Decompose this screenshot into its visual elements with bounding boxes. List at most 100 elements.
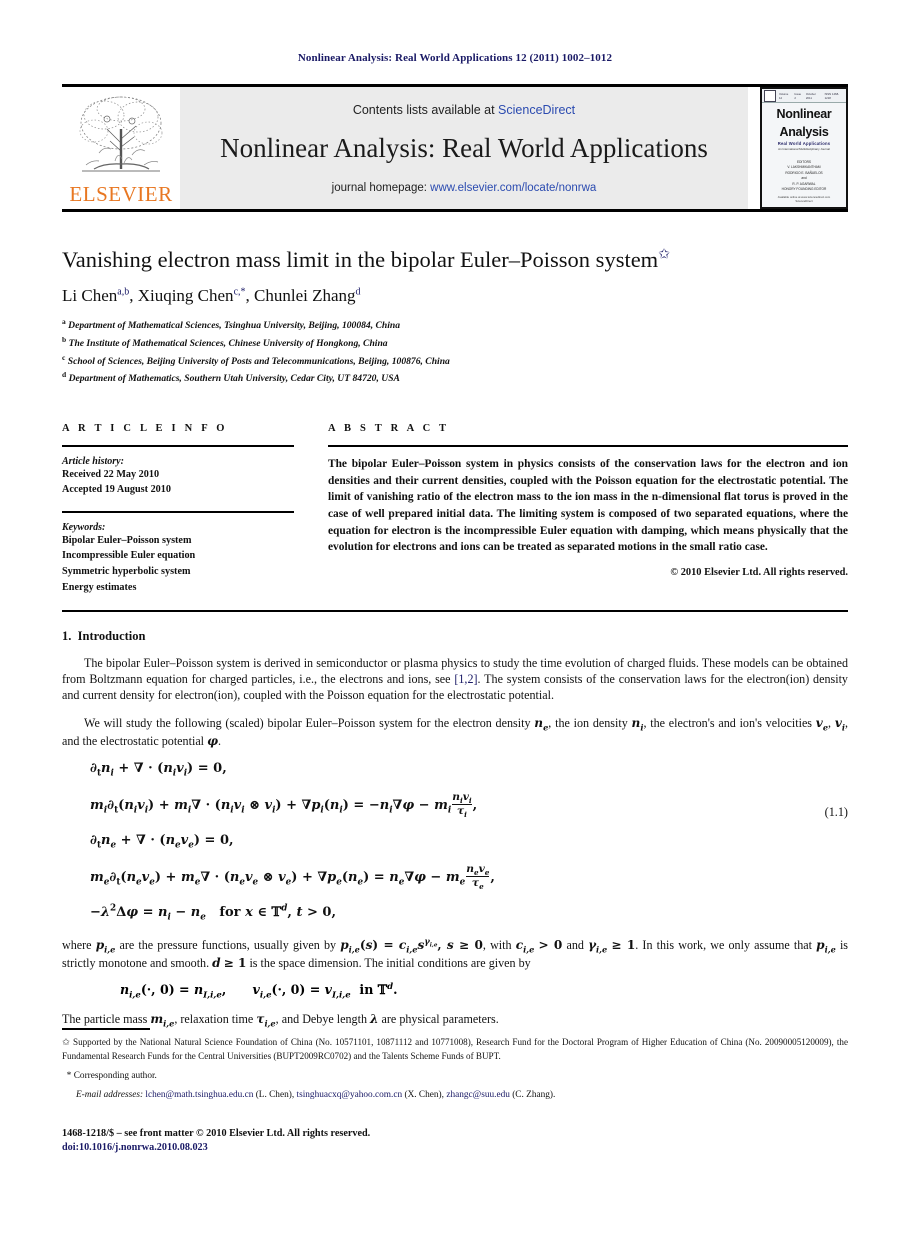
affiliation-list: a Department of Mathematical Sciences, T… (62, 316, 848, 387)
elsevier-logo: ELSEVIER (62, 87, 180, 209)
footnote-funding-marker: ✩ (62, 1038, 70, 1048)
footnote-funding: ✩ Supported by the National Natural Scie… (62, 1036, 848, 1064)
contents-available-line: Contents lists available at ScienceDirec… (353, 103, 575, 117)
cover-editors: EDITORS V. LAKSHMIKANTHAM RODRIGO E. BAÑUE… (781, 160, 827, 192)
author-name: Xiuqing Chen (137, 286, 234, 305)
author-sep: , (245, 286, 255, 305)
email-address[interactable]: lchen@math.tsinghua.edu.cn (145, 1090, 253, 1100)
abstract-text: The bipolar Euler–Poisson system in phys… (328, 458, 848, 554)
journal-masthead: ELSEVIER Contents lists available at Sci… (62, 87, 848, 209)
affiliation-text: Department of Mathematical Sciences, Tsi… (68, 320, 401, 332)
cover-subtitle2: An International Multidisciplinary Journ… (778, 147, 830, 151)
cover-topbar: Volume 12 Issue 2 October 2011 ISSN 1468… (762, 89, 846, 103)
keyword-item: Bipolar Euler–Poisson system (62, 534, 192, 546)
masthead-center: Contents lists available at ScienceDirec… (180, 87, 748, 209)
footnote-funding-text: Supported by the National Natural Scienc… (62, 1037, 848, 1062)
section-title-text: Introduction (77, 628, 146, 643)
equation-line: ∂tne + ∇ · (neve) = 0, (90, 833, 234, 851)
cover-volume: Volume 12 (779, 91, 789, 100)
article-info-column: A R T I C L E I N F O Article history: R… (62, 423, 294, 596)
affiliation-marker: b (62, 334, 67, 344)
affiliation-item: d Department of Mathematics, Southern Ut… (62, 369, 848, 387)
section-number: 1. (62, 628, 72, 643)
email-address[interactable]: tsinghuacxq@yahoo.com.cn (297, 1090, 403, 1100)
journal-cover-wrap: Volume 12 Issue 2 October 2011 ISSN 1468… (748, 87, 848, 209)
affiliation-marker: a (62, 317, 66, 326)
affiliation-text: Department of Mathematics, Southern Utah… (68, 373, 400, 385)
journal-homepage-link[interactable]: www.elsevier.com/locate/nonrwa (430, 182, 596, 194)
email-label: E-mail addresses: (76, 1089, 144, 1100)
running-head: Nonlinear Analysis: Real World Applicati… (297, 52, 613, 64)
affiliation-marker: c (62, 352, 66, 362)
keyword-item: Energy estimates (62, 582, 137, 594)
equation-initial-conditions: ni,e(·, 0) = nI,i,e, vi,e(·, 0) = vI,i,e… (120, 981, 398, 1001)
author-list: Li Chena,b, Xiuqing Chenc,*, Chunlei Zha… (62, 286, 848, 306)
cover-title-line1: Nonlinear (776, 107, 832, 121)
email-person: (X. Chen) (404, 1089, 442, 1100)
abstract-heading: A B S T R A C T (328, 423, 450, 435)
elsevier-tree-icon (79, 96, 162, 172)
masthead-bottom-rule (62, 209, 848, 212)
journal-title: Nonlinear Analysis: Real World Applicati… (220, 132, 708, 163)
equation-line: mi∂t(nivi) + mi∇ · (nivi ⊗ vi) + ∇pi(ni)… (90, 789, 478, 820)
affiliation-text: School of Sciences, Beijing University o… (67, 355, 450, 367)
cover-footer: Available online at www.sciencedirect.co… (777, 194, 831, 203)
intro-paragraph-3: where pi,e are the pressure functions, u… (62, 935, 849, 971)
affiliation-marker: d (62, 370, 67, 380)
article-received-date: Received 22 May 2010 (62, 469, 160, 481)
equation-block-1-1: ∂tni + ∇ · (nivi) = 0, mi∂t(nivi) + mi∇ … (62, 761, 848, 923)
footnote-corresponding-text: Corresponding author. (73, 1070, 157, 1081)
sciencedirect-link[interactable]: ScienceDirect (498, 103, 575, 117)
journal-cover-thumbnail: Volume 12 Issue 2 October 2011 ISSN 1468… (760, 87, 848, 209)
affiliation-item: b The Institute of Mathematical Sciences… (62, 334, 848, 352)
keywords-rule (62, 510, 294, 513)
body-separator-rule (62, 609, 848, 612)
keyword-item: Incompressible Euler equation (62, 550, 196, 562)
author-name: Li Chen (62, 286, 118, 305)
footnote-area: ✩ Supported by the National Natural Scie… (62, 1028, 848, 1103)
intro-paragraph-4: The particle mass mi,e, relaxation time … (62, 1012, 499, 1029)
affiliation-item: c School of Sciences, Beijing University… (62, 352, 848, 370)
footnote-corresponding-marker: * (66, 1070, 72, 1081)
email-person: (C. Zhang). (512, 1089, 556, 1100)
affiliation-item: a Department of Mathematical Sciences, T… (62, 316, 848, 334)
intro-paragraph-2: We will study the following (scaled) bip… (62, 715, 849, 748)
title-block: Vanishing electron mass limit in the bip… (62, 246, 848, 387)
equation-line: −λ2Δφ = ni − ne for x ∈ 𝕋d, t > 0, (90, 903, 336, 923)
journal-homepage-line: journal homepage: www.elsevier.com/locat… (332, 182, 597, 194)
elsevier-wordmark: ELSEVIER (69, 182, 173, 206)
abstract-copyright: © 2010 Elsevier Ltd. All rights reserved… (670, 566, 848, 578)
article-info-rule (62, 445, 294, 448)
footer-doi-link[interactable]: doi:10.1016/j.nonrwa.2010.08.023 (62, 1142, 848, 1153)
affiliation-text: The Institute of Mathematical Sciences, … (68, 337, 388, 349)
section-heading-introduction: 1. Introduction (62, 629, 848, 644)
abstract-column: A B S T R A C T The bipolar Euler–Poisso… (328, 423, 848, 596)
cover-title-line2: Analysis (779, 124, 829, 139)
paper-page: Nonlinear Analysis: Real World Applicati… (0, 0, 907, 1238)
cover-date: October 2011 (805, 91, 816, 100)
author-name: Chunlei Zhang (254, 286, 356, 305)
footer-issn-line: 1468-1218/$ – see front matter © 2010 El… (62, 1128, 371, 1139)
footnote-rule (62, 1028, 150, 1030)
cover-subtitle: Real World Applications (777, 141, 831, 146)
email-person: (L. Chen) (255, 1089, 292, 1100)
intro-paragraph-1: The bipolar Euler–Poisson system is deri… (62, 655, 848, 703)
abstract-rule (328, 445, 848, 448)
title-footnote-marker: ✩ (658, 247, 670, 263)
page-content: Nonlinear Analysis: Real World Applicati… (62, 0, 848, 1030)
cover-issue: Issue 2 (794, 91, 802, 100)
footnote-corresponding: * Corresponding author. (62, 1069, 848, 1084)
contents-prefix: Contents lists available at (352, 102, 499, 117)
article-history-label: Article history: (62, 456, 124, 468)
keyword-item: Symmetric hyperbolic system (62, 566, 191, 578)
keywords-label: Keywords: (62, 521, 106, 533)
equation-line: ∂tni + ∇ · (nivi) = 0, (90, 761, 227, 779)
cover-issn: ISSN 1468-1218 (824, 91, 840, 100)
info-abstract-row: A R T I C L E I N F O Article history: R… (62, 423, 848, 596)
email-address[interactable]: zhangc@suu.edu (446, 1090, 510, 1100)
citation-link[interactable]: [1,2] (454, 672, 477, 686)
author-affil-marker: a,b (117, 286, 130, 298)
homepage-prefix: journal homepage: (331, 181, 431, 194)
article-accepted-date: Accepted 19 August 2010 (62, 484, 171, 496)
author-affil-marker: c,* (233, 286, 246, 298)
